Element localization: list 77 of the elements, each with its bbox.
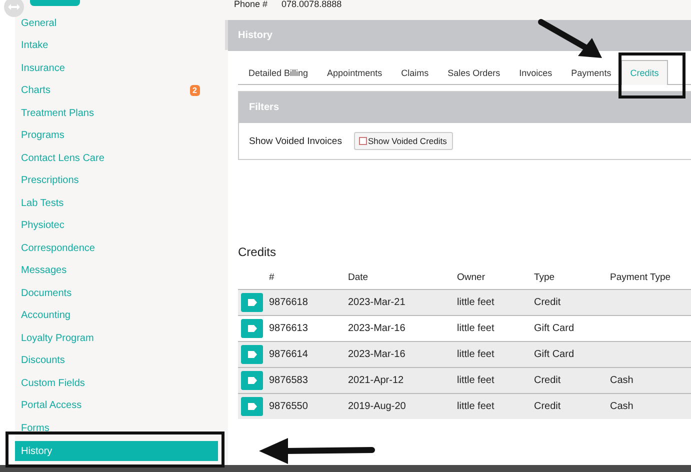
- open-record-button[interactable]: [241, 371, 263, 390]
- table-cell: 9876583: [269, 375, 308, 386]
- phone-label: Phone #: [234, 0, 268, 9]
- tab[interactable]: Payments: [562, 60, 621, 84]
- resize-toggle-icon[interactable]: [4, 0, 24, 17]
- filter-label: Show Voided Invoices: [249, 136, 342, 146]
- table-cell: Credit: [534, 297, 561, 308]
- tab[interactable]: Sales Orders: [438, 60, 510, 84]
- tab[interactable]: Invoices: [510, 60, 562, 84]
- table-cell: Cash: [610, 401, 634, 412]
- open-record-button[interactable]: [241, 319, 263, 338]
- top-button[interactable]: [30, 0, 80, 6]
- sidebar-item[interactable]: General: [15, 12, 218, 34]
- tab[interactable]: Credits: [620, 60, 668, 85]
- table-cell: Gift Card: [534, 349, 574, 360]
- table-cell: 9876613: [269, 323, 308, 334]
- column-header: #: [269, 272, 274, 282]
- sidebar-item[interactable]: Lab Tests: [15, 192, 218, 214]
- sidebar-item[interactable]: Documents: [15, 282, 218, 304]
- table-cell: 2021-Apr-12: [348, 375, 404, 386]
- panel-header: History: [228, 20, 691, 51]
- tag-icon: [248, 299, 256, 306]
- arrow-icon: [259, 438, 375, 464]
- sidebar-item[interactable]: Prescriptions: [15, 170, 218, 192]
- sidebar-item[interactable]: Loyalty Program: [15, 327, 218, 350]
- sidebar-item[interactable]: Portal Access: [15, 394, 218, 417]
- filters-header: Filters: [239, 92, 691, 123]
- sidebar-item[interactable]: Physiotec: [15, 214, 218, 237]
- open-record-button[interactable]: [241, 345, 263, 364]
- tab[interactable]: Detailed Billing: [239, 60, 318, 84]
- table-cell: Cash: [610, 375, 634, 386]
- sidebar-item[interactable]: Forms: [15, 417, 218, 440]
- sidebar-item[interactable]: Messages: [15, 260, 218, 282]
- sidebar-item[interactable]: Treatment Plans: [15, 102, 218, 124]
- open-record-button[interactable]: [241, 293, 263, 312]
- table-cell: 9876618: [269, 297, 308, 308]
- table-cell: 9876614: [269, 349, 308, 360]
- tag-icon: [248, 377, 256, 384]
- table-cell: little feet: [457, 349, 494, 360]
- sidebar-item[interactable]: History: [15, 441, 218, 461]
- table-cell: Credit: [534, 401, 561, 412]
- phone-number: 078.0078.8888: [282, 0, 342, 9]
- sidebar-item[interactable]: Programs: [15, 124, 218, 147]
- table-cell: 2023-Mar-21: [348, 297, 406, 308]
- table-cell: 2019-Aug-20: [348, 401, 406, 412]
- arrow-icon: [538, 19, 602, 58]
- tab[interactable]: Claims: [392, 60, 438, 84]
- table-cell: little feet: [457, 375, 494, 386]
- table-cell: 2023-Mar-16: [348, 323, 406, 334]
- table-cell: Credit: [534, 375, 561, 386]
- column-header: Type: [534, 272, 555, 282]
- table-cell: little feet: [457, 401, 494, 412]
- sidebar-item[interactable]: Correspondence: [15, 237, 218, 260]
- table-cell: little feet: [457, 323, 494, 334]
- tab[interactable]: Appointments: [318, 60, 392, 84]
- tag-icon: [248, 403, 256, 410]
- highlight-frame: [618, 52, 686, 98]
- sidebar-item[interactable]: Intake: [15, 34, 218, 57]
- column-header: Payment Type: [610, 272, 671, 282]
- checkbox[interactable]: [358, 137, 367, 145]
- checkbox-button[interactable]: Show Voided Credits: [354, 132, 453, 150]
- sidebar-item[interactable]: Custom Fields: [15, 372, 218, 394]
- sidebar-item[interactable]: Insurance: [15, 57, 218, 80]
- tag-icon: [248, 325, 256, 332]
- sidebar-item[interactable]: Contact Lens Care: [15, 147, 218, 170]
- section-title: Credits: [238, 245, 278, 261]
- table-cell: 2023-Mar-16: [348, 349, 406, 360]
- column-header: Date: [348, 272, 368, 282]
- column-header: Owner: [457, 272, 485, 282]
- table-cell: Gift Card: [534, 323, 574, 334]
- sidebar-item[interactable]: Accounting: [15, 304, 218, 327]
- tag-icon: [248, 351, 256, 358]
- open-record-button[interactable]: [241, 397, 263, 416]
- sidebar-item[interactable]: Charts: [21, 85, 190, 96]
- sidebar-item[interactable]: Discounts: [15, 350, 218, 372]
- table-cell: little feet: [457, 297, 494, 308]
- table-cell: 9876550: [269, 401, 308, 412]
